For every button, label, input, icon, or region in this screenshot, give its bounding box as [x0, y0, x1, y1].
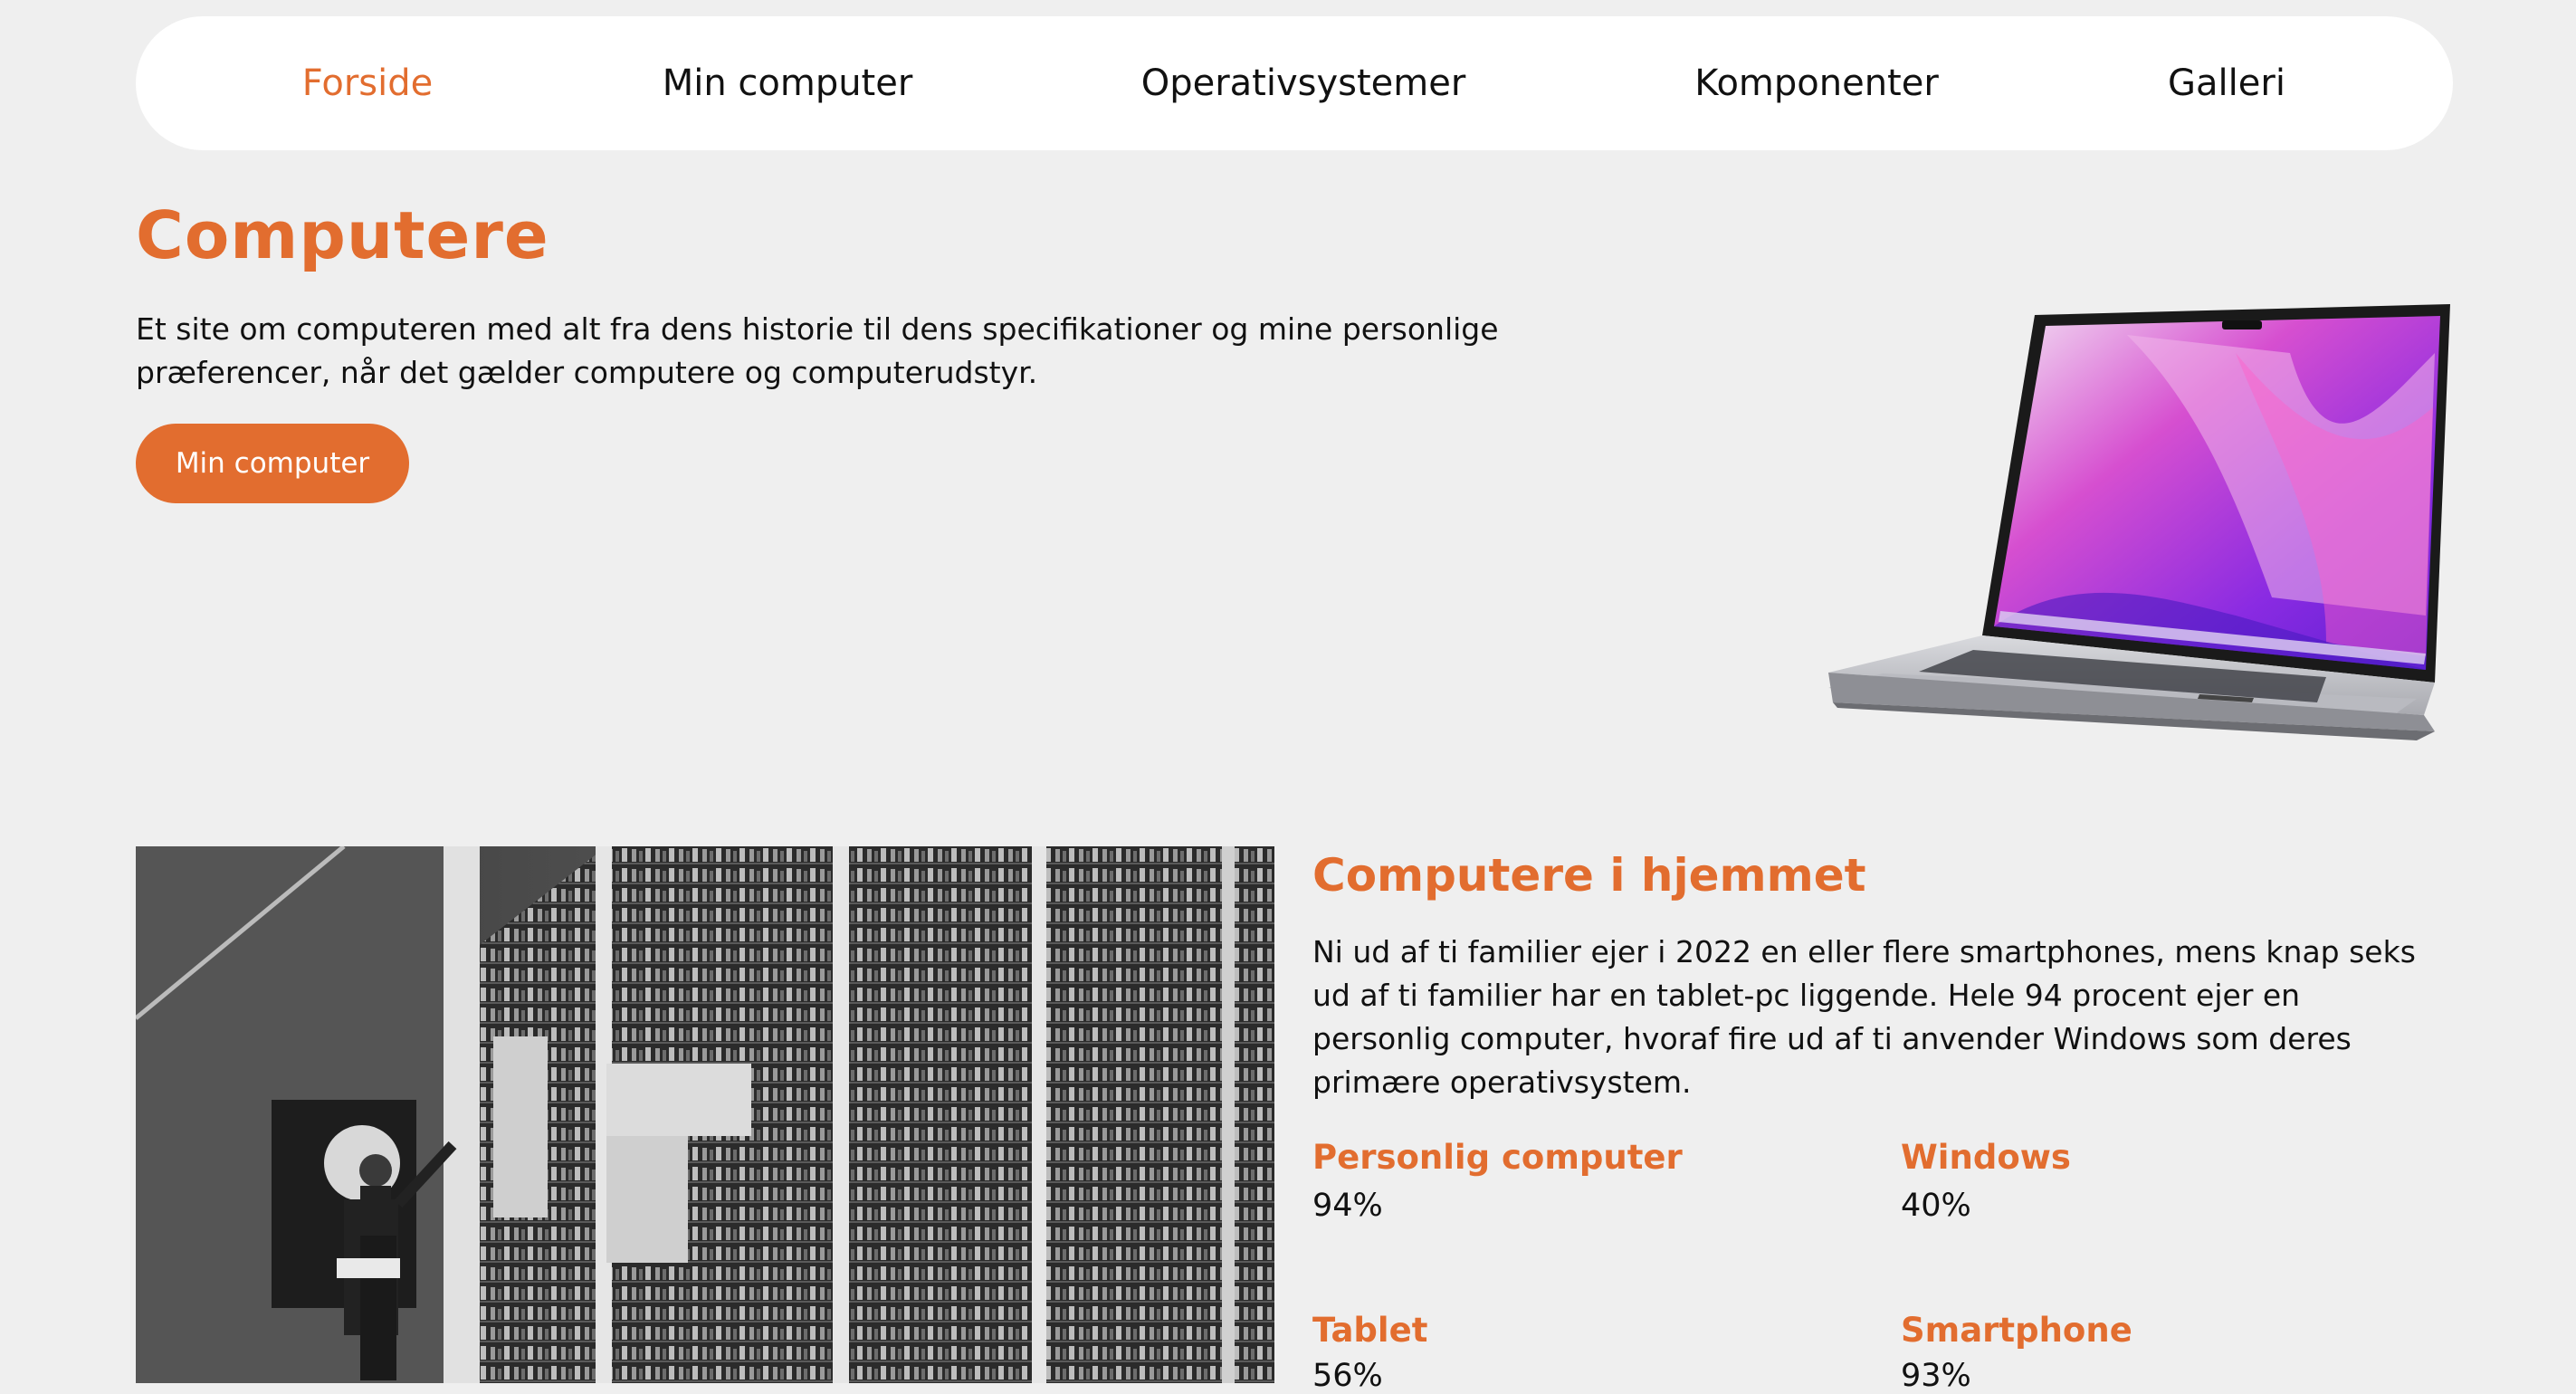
hero-description: Et site om computeren med alt fra dens h… [136, 311, 1499, 390]
stat-label-tablet: Tablet [1312, 1311, 1428, 1350]
nav-item-min-computer[interactable]: Min computer [663, 16, 913, 150]
stat-value-smartphone: 93% [1901, 1358, 1971, 1394]
section-title: Computere i hjemmet [1312, 849, 1866, 902]
nav-item-komponenter[interactable]: Komponenter [1694, 16, 1939, 150]
stat-label-windows: Windows [1901, 1138, 2071, 1177]
nav-item-forside[interactable]: Forside [302, 16, 433, 150]
nav-item-galleri[interactable]: Galleri [2168, 16, 2285, 150]
main-nav: Forside Min computer Operativsystemer Ko… [136, 16, 2453, 150]
stat-label-smartphone: Smartphone [1901, 1311, 2132, 1350]
section-description: Ni ud af ti familier ejer i 2022 en elle… [1312, 934, 2416, 1100]
stat-value-tablet: 56% [1312, 1358, 1383, 1394]
stat-value-windows: 40% [1901, 1188, 1971, 1224]
laptop-image [1828, 304, 2450, 740]
stat-value-personlig-computer: 94% [1312, 1188, 1383, 1224]
hero-title: Computere [136, 197, 549, 273]
nav-item-operativsystemer[interactable]: Operativsystemer [1141, 16, 1466, 150]
min-computer-button[interactable]: Min computer [136, 424, 409, 503]
vintage-mainframe-photo [136, 846, 1274, 1383]
stat-label-personlig-computer: Personlig computer [1312, 1138, 1683, 1177]
